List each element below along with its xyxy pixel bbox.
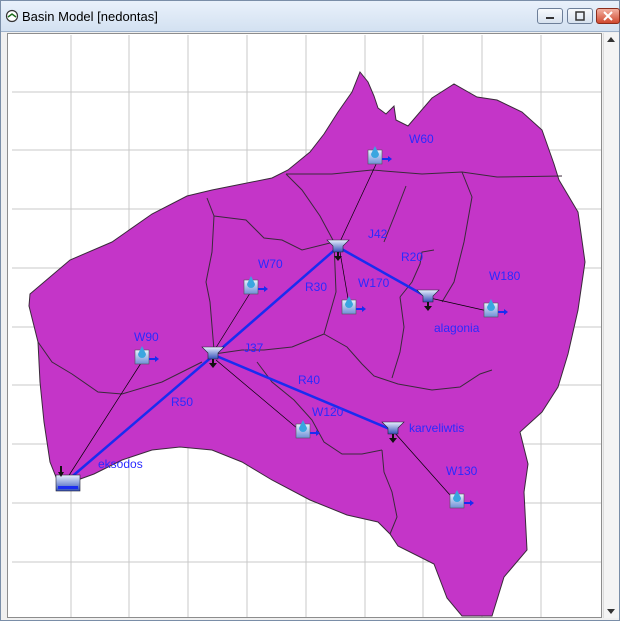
basin-model-icon xyxy=(5,9,19,23)
label-eksodos: eksodos xyxy=(98,457,143,471)
vertical-scrollbar[interactable] xyxy=(603,33,619,618)
basin-area xyxy=(28,71,586,617)
maximize-icon xyxy=(575,11,585,21)
label-w180: W180 xyxy=(489,269,521,283)
label-karveliwtis: karveliwtis xyxy=(409,421,464,435)
label-w170: W170 xyxy=(358,276,390,290)
basin-model-window: Basin Model [nedontas] W60 J42 R20 W70 W… xyxy=(0,0,620,621)
label-j37: J37 xyxy=(244,341,264,355)
scroll-down-icon[interactable] xyxy=(607,609,615,614)
label-w90: W90 xyxy=(134,330,159,344)
maximize-button[interactable] xyxy=(567,8,593,24)
label-r20: R20 xyxy=(401,250,423,264)
label-w60: W60 xyxy=(409,132,434,146)
label-r50: R50 xyxy=(171,395,193,409)
minimize-icon xyxy=(546,17,554,19)
label-r40: R40 xyxy=(298,373,320,387)
label-w120: W120 xyxy=(312,405,344,419)
label-w70: W70 xyxy=(258,257,283,271)
label-w130: W130 xyxy=(446,464,478,478)
close-button[interactable] xyxy=(596,8,620,24)
basin-map-canvas[interactable]: W60 J42 R20 W70 W180 W170 R30 alagonia W… xyxy=(7,33,602,618)
label-alagonia: alagonia xyxy=(434,321,480,335)
label-j42: J42 xyxy=(368,227,388,241)
label-r30: R30 xyxy=(305,280,327,294)
window-title: Basin Model [nedontas] xyxy=(22,9,158,24)
scroll-up-icon[interactable] xyxy=(607,37,615,42)
minimize-button[interactable] xyxy=(537,8,563,24)
close-icon xyxy=(603,11,613,21)
title-bar[interactable]: Basin Model [nedontas] xyxy=(1,1,620,32)
